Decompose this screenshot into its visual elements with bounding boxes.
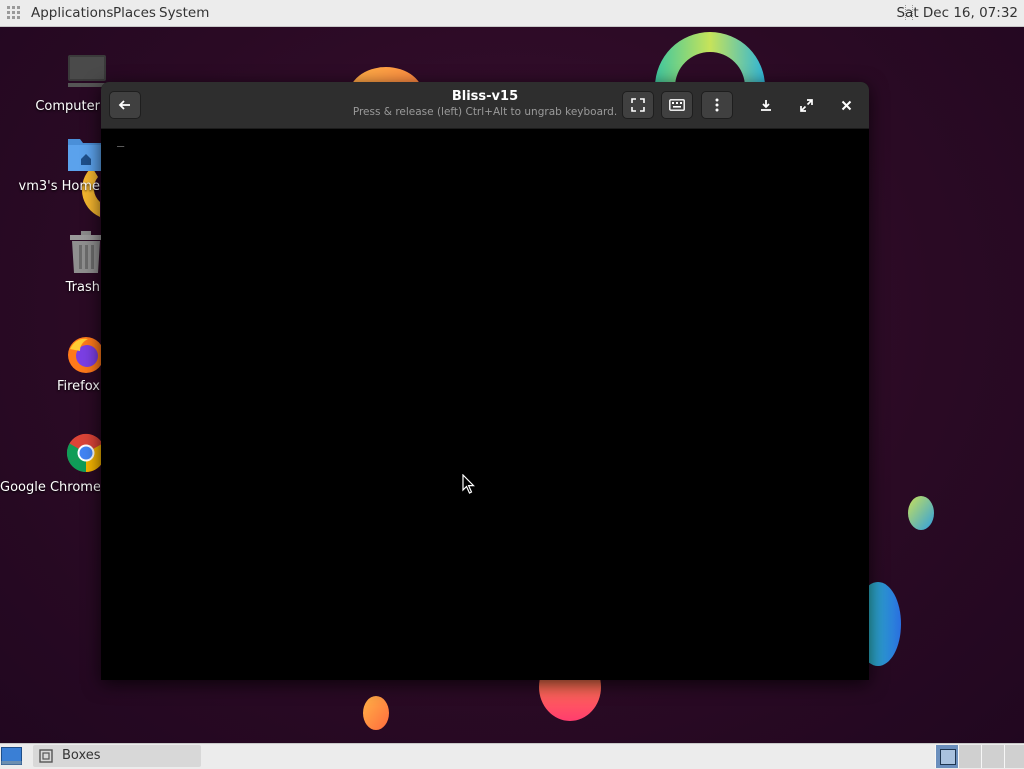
workspace-1[interactable] (935, 745, 958, 768)
minimize-button[interactable] (750, 91, 782, 119)
vm-window: Bliss-v15 Press & release (left) Ctrl+Al… (101, 82, 869, 680)
headerbar[interactable]: Bliss-v15 Press & release (left) Ctrl+Al… (101, 82, 869, 129)
desktop-icon-label: Google Chrome (0, 480, 100, 495)
fullscreen-icon (631, 98, 645, 112)
desktop-icon-label: vm3's Home (18, 179, 101, 194)
show-desktop-icon[interactable] (1, 747, 22, 765)
chrome-icon (66, 433, 106, 473)
taskbar-item-label: Boxes (62, 748, 101, 763)
home-folder-icon (68, 139, 104, 171)
desktop-icon-label: Computer (35, 99, 100, 114)
places-menu[interactable]: Places (113, 5, 156, 21)
expand-icon (799, 98, 813, 112)
bottom-panel: Boxes (0, 743, 1024, 769)
desktop-icon-chrome[interactable]: Google Chrome (0, 431, 106, 501)
fullscreen-button[interactable] (622, 91, 654, 119)
desktop-icon-firefox[interactable]: Firefox (0, 331, 104, 401)
workspace-2[interactable] (958, 745, 981, 768)
desktop-icon-home[interactable]: vm3's Home (0, 133, 104, 203)
applications-menu[interactable]: Applications (31, 5, 113, 21)
menu-dots-icon (715, 98, 719, 112)
vm-display[interactable]: _ (101, 129, 869, 680)
desktop-icon-computer[interactable]: Computer (0, 55, 106, 125)
taskbar-item-boxes[interactable]: Boxes (33, 745, 201, 767)
mouse-pointer-icon (462, 474, 475, 494)
workspace-4[interactable] (1004, 745, 1024, 768)
desktop-icon-label: Trash (65, 280, 100, 295)
console-cursor: _ (117, 133, 125, 147)
keyboard-button[interactable] (661, 91, 693, 119)
desktop-icon-label: Firefox (56, 379, 100, 394)
desktop-icon-trash[interactable]: Trash (0, 231, 102, 301)
clock[interactable]: Sat Dec 16, 07:32 (896, 5, 1018, 21)
workspace-3[interactable] (981, 745, 1004, 768)
close-icon (841, 100, 851, 110)
download-icon (761, 100, 771, 111)
boxes-app-icon (39, 749, 53, 763)
maximize-button[interactable] (790, 91, 822, 119)
top-panel: Applications Places System Sat Dec 16, 0… (0, 0, 1024, 27)
apps-grid-icon[interactable] (7, 6, 21, 20)
close-button[interactable] (830, 91, 862, 119)
firefox-icon (68, 337, 104, 373)
trash-icon (70, 231, 102, 273)
system-menu[interactable]: System (159, 5, 209, 21)
keyboard-icon (669, 99, 685, 111)
menu-button[interactable] (701, 91, 733, 119)
